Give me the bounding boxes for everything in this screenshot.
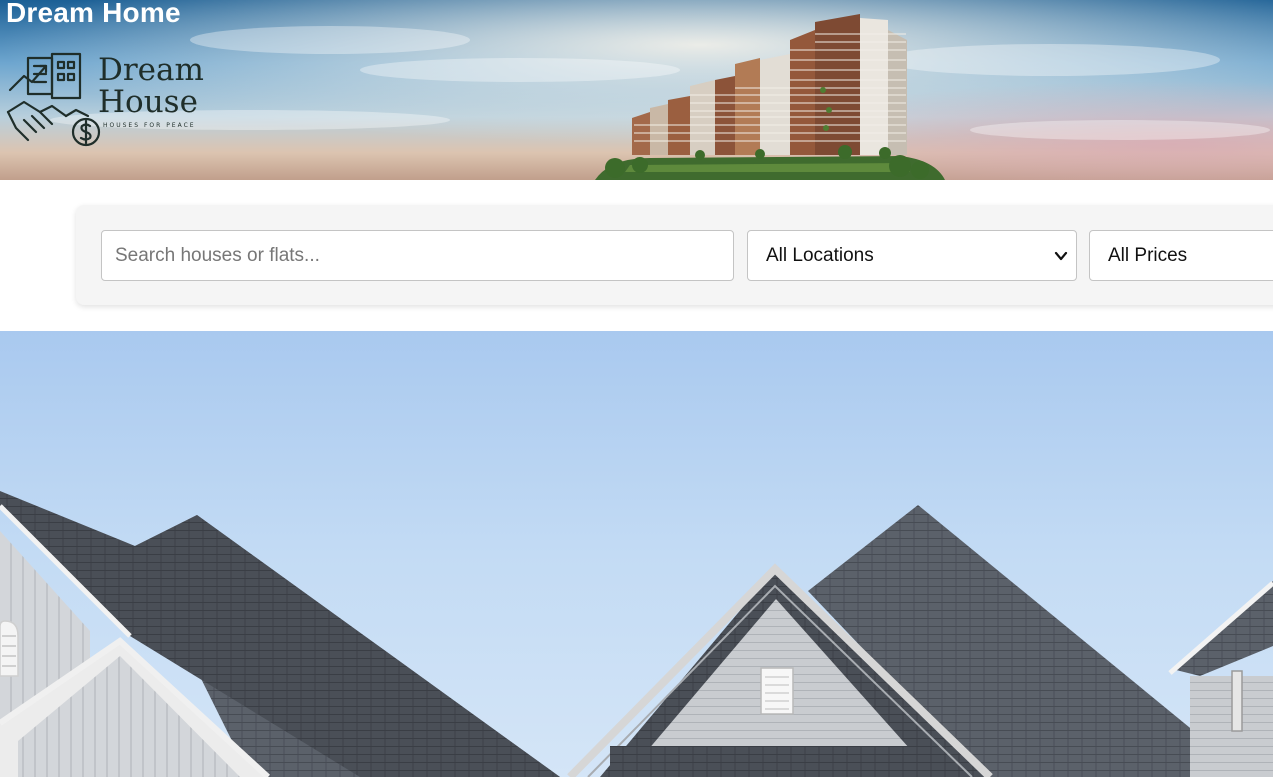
search-input[interactable] [101,230,734,281]
dream-house-logo[interactable]: Dream House HOUSES FOR PEACE [6,50,236,155]
chevron-down-icon [1054,251,1068,261]
logo-tagline: HOUSES FOR PEACE [103,122,196,129]
house-handshake-logo-icon [6,52,101,147]
header-banner: Dream Home Dream House HOUSES FOR PEACE [0,0,1273,180]
location-select-value: All Locations [766,244,874,266]
location-select[interactable]: All Locations [747,230,1077,281]
price-select[interactable]: All Prices [1089,230,1273,281]
price-select-value: All Prices [1108,244,1188,266]
house-roofs-photo [0,331,1273,777]
logo-text-line1: Dream [98,52,204,88]
logo-text-line2: House [98,84,198,120]
hero-image [0,331,1273,777]
site-title: Dream Home [6,0,181,28]
